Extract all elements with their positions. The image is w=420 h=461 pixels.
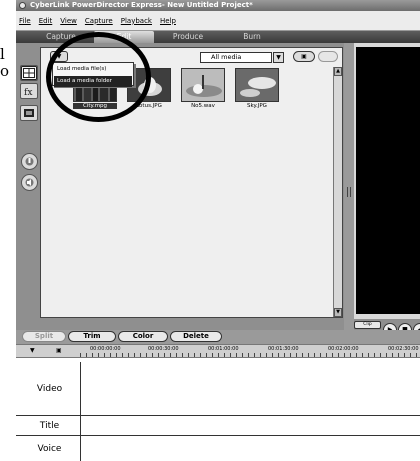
library-scrollbar[interactable]: ▲ ▼ [333,67,342,317]
tab-produce[interactable]: Produce [156,31,220,43]
track-voice: Voice [16,436,420,461]
background-document-text: l o [0,46,16,80]
menu-playback[interactable]: Playback [121,17,152,25]
tab-burn[interactable]: Burn [222,31,282,43]
zoom-control[interactable]: ▼ [30,347,54,356]
tick-label: 00:02:30:00 [388,346,419,352]
audio-note-image [182,69,224,101]
microphone-icon [25,157,34,166]
timeline-tracks: Video Title Voice [16,358,420,461]
menu-capture[interactable]: Capture [85,17,113,25]
track-label: Voice [19,436,81,461]
media-item-sky[interactable]: Sky.JPG [235,68,283,109]
menu-edit[interactable]: Edit [39,17,53,25]
menu-file[interactable]: File [19,17,31,25]
track-label: Title [19,416,81,435]
clip-mode-button[interactable]: Clip [354,321,381,329]
sky-image [236,69,278,101]
tick-label: 00:01:30:00 [268,346,299,352]
track-video: Video [16,362,420,416]
split-button[interactable]: Split [22,331,66,342]
document-text-line: o [0,62,10,80]
tick-label: 00:00:30:00 [148,346,179,352]
image-thumbnail [235,68,279,102]
library-view-button[interactable]: ▣ [293,51,315,62]
screen-icon [24,109,34,117]
document-text-line: l [0,45,5,63]
trim-button[interactable]: Trim [68,331,116,342]
media-label: Sky.JPG [247,103,267,109]
app-window: CyberLink PowerDirector Express- New Unt… [16,0,420,461]
effects-button[interactable]: fx [20,83,38,99]
menu-help[interactable]: Help [160,17,176,25]
window-title: CyberLink PowerDirector Express- New Unt… [30,1,253,9]
speaker-icon [25,178,34,187]
voice-track-lane[interactable] [82,436,420,461]
color-button[interactable]: Color [118,331,168,342]
voice-record-button[interactable] [21,153,38,170]
media-filter-select[interactable]: All media [200,52,272,63]
fit-timeline-button[interactable]: ▣ [56,347,68,356]
fit-icon: ▣ [56,347,62,354]
annotation-circle [46,32,151,122]
film-grid-icon [23,68,35,78]
timeline-ruler: ▼ ▣ 00:00:00:00 00:00:30:00 00:01:00:00 … [16,344,420,358]
time-ruler[interactable]: 00:00:00:00 00:00:30:00 00:01:00:00 00:0… [80,345,420,357]
track-label: Video [19,362,81,415]
media-item-no5[interactable]: No5.wav [181,68,229,109]
svg-text:fx: fx [24,88,32,96]
library-disabled-button [318,51,338,62]
menu-bar: File Edit View Capture Playback Help [16,11,420,31]
effects-icon: fx [24,88,32,96]
audio-mixer-button[interactable] [21,174,38,191]
tick-label: 00:00:00:00 [90,346,121,352]
scroll-up-arrow[interactable]: ▲ [334,67,342,76]
title-track-lane[interactable] [82,416,420,435]
marker-down-icon: ▼ [30,347,35,354]
tick-label: 00:01:00:00 [208,346,239,352]
scroll-down-arrow[interactable]: ▼ [334,308,342,317]
grip-icon [347,187,351,197]
preview-panel [354,43,420,319]
video-track-lane[interactable] [82,362,420,415]
tick-label: 00:02:00:00 [328,346,359,352]
room-toolbar: fx [18,43,40,343]
media-library-button[interactable] [20,65,38,81]
media-label: No5.wav [191,103,215,109]
title-room-button[interactable] [20,105,38,121]
delete-button[interactable]: Delete [170,331,222,342]
title-bar: CyberLink PowerDirector Express- New Unt… [16,0,420,11]
chevron-down-icon[interactable]: ▼ [273,52,284,63]
track-title: Title [16,416,420,436]
menu-view[interactable]: View [60,17,77,25]
panel-splitter[interactable] [344,43,354,343]
preview-screen [356,47,420,314]
edit-toolbar: Split Trim Color Delete [16,330,420,344]
app-logo-icon [19,2,26,9]
audio-thumbnail [181,68,225,102]
